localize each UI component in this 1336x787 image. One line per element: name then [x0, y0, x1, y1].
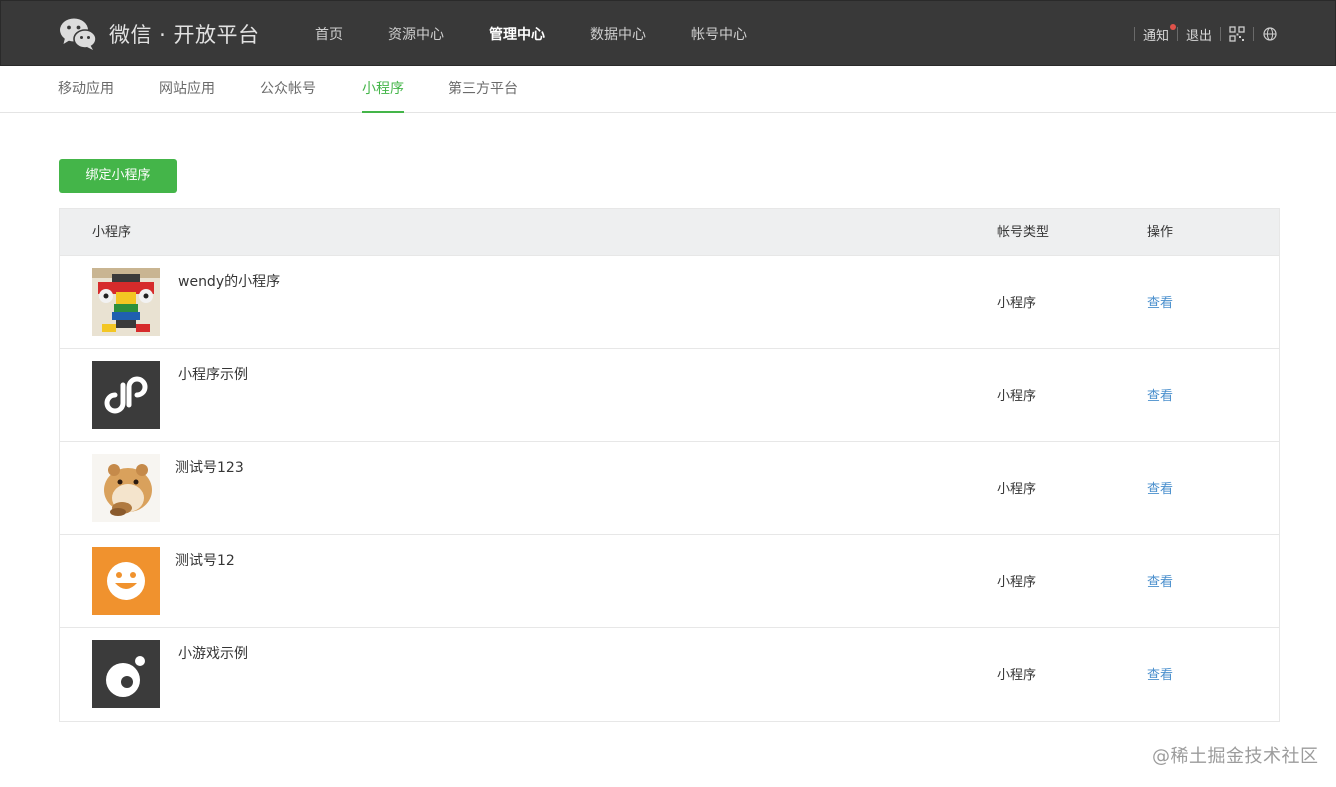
column-header-name: 小程序 [92, 225, 132, 240]
view-link[interactable]: 查看 [1147, 292, 1173, 311]
qrcode-icon[interactable] [1229, 26, 1245, 42]
app-name: 小程序示例 [178, 367, 248, 383]
app-avatar [92, 640, 160, 708]
view-link[interactable]: 查看 [1147, 478, 1173, 497]
bind-mini-program-button[interactable]: 绑定小程序 [59, 159, 177, 193]
smiley-face-icon [92, 547, 160, 615]
nav-item-home[interactable]: 首页 [315, 24, 343, 44]
app-avatar [92, 454, 160, 522]
header-actions: 通知 退出 [1126, 1, 1278, 67]
app-avatar [92, 547, 160, 615]
app-name: 小游戏示例 [178, 646, 248, 662]
table-header: 小程序 帐号类型 操作 [60, 209, 1279, 256]
notify-badge [1169, 23, 1176, 30]
nav-item-data[interactable]: 数据中心 [590, 24, 646, 44]
miniprogram-logo-icon [92, 361, 160, 429]
view-link[interactable]: 查看 [1147, 664, 1173, 683]
divider [1220, 27, 1221, 41]
table-row: 测试号12 小程序 查看 [60, 535, 1279, 628]
hamster-photo [92, 454, 160, 522]
app-type: 小程序 [997, 389, 1037, 404]
brand[interactable]: 微信 · 开放平台 [59, 17, 260, 51]
sub-nav: 移动应用 网站应用 公众帐号 小程序 第三方平台 [0, 66, 1336, 113]
wechat-logo-icon [60, 18, 97, 50]
table-row: 小游戏示例 小程序 查看 [60, 628, 1279, 721]
table-row: 测试号123 小程序 查看 [60, 442, 1279, 535]
lego-photo [92, 268, 160, 336]
nav-item-resources[interactable]: 资源中心 [388, 24, 444, 44]
top-navbar: 微信 · 开放平台 首页 资源中心 管理中心 数据中心 帐号中心 通知 退出 [0, 0, 1336, 66]
notify-link[interactable]: 通知 [1142, 23, 1176, 44]
minigame-logo-icon [92, 640, 160, 708]
view-link[interactable]: 查看 [1147, 385, 1173, 404]
app-type: 小程序 [997, 482, 1037, 497]
nav-item-management[interactable]: 管理中心 [489, 24, 545, 44]
app-name: 测试号12 [175, 553, 235, 569]
app-type: 小程序 [997, 296, 1037, 311]
brand-title: 微信 · 开放平台 [109, 23, 260, 47]
nav-item-account[interactable]: 帐号中心 [691, 24, 747, 44]
app-name: wendy的小程序 [178, 274, 281, 290]
divider [1133, 27, 1135, 41]
column-header-action: 操作 [1147, 225, 1174, 240]
view-link[interactable]: 查看 [1147, 571, 1173, 590]
tab-official-accounts[interactable]: 公众帐号 [260, 66, 316, 113]
app-avatar [92, 361, 160, 429]
tab-web-apps[interactable]: 网站应用 [159, 66, 215, 113]
app-type: 小程序 [997, 575, 1037, 590]
table-row: wendy的小程序 小程序 查看 [60, 256, 1279, 349]
column-header-type: 帐号类型 [997, 225, 1050, 240]
globe-icon[interactable] [1262, 26, 1278, 42]
tab-mobile-apps[interactable]: 移动应用 [58, 66, 114, 113]
notify-label: 通知 [1142, 28, 1169, 44]
logout-link[interactable]: 退出 [1186, 25, 1212, 44]
table-row: 小程序示例 小程序 查看 [60, 349, 1279, 442]
main-nav: 首页 资源中心 管理中心 数据中心 帐号中心 [315, 1, 792, 67]
watermark: @稀土掘金技术社区 [1152, 746, 1319, 767]
divider [1253, 27, 1254, 41]
app-type: 小程序 [997, 668, 1037, 683]
divider [1176, 27, 1178, 41]
mini-program-table: 小程序 帐号类型 操作 wendy的小程序 小程序 查看 小程序示例 小程序 查… [59, 208, 1280, 722]
app-name: 测试号123 [175, 460, 244, 476]
tab-third-party-platform[interactable]: 第三方平台 [448, 66, 518, 113]
app-avatar [92, 268, 160, 336]
tab-mini-programs[interactable]: 小程序 [362, 66, 404, 113]
